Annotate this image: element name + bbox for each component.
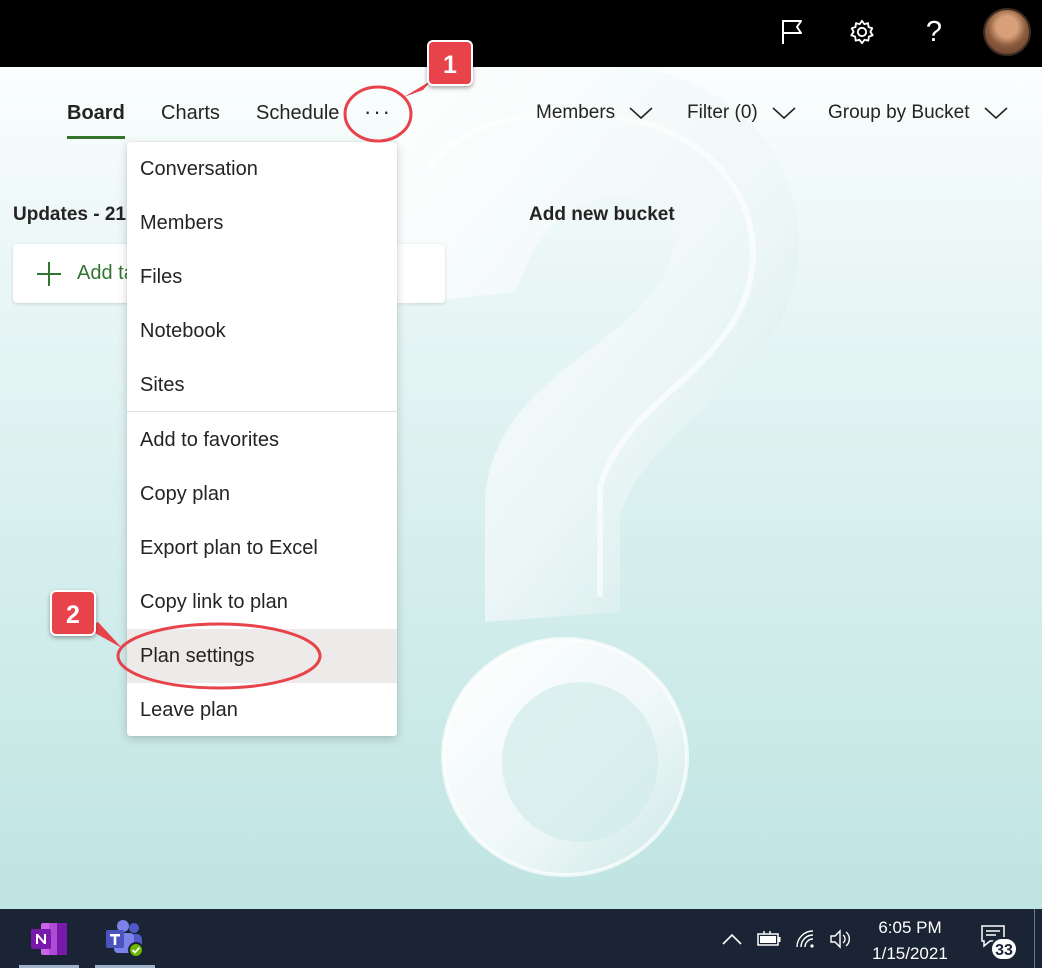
gear-icon[interactable] xyxy=(849,14,875,50)
plus-icon xyxy=(37,261,61,286)
wifi-icon[interactable] xyxy=(794,927,818,951)
show-desktop-divider[interactable] xyxy=(1034,909,1035,968)
add-new-bucket-button[interactable]: Add new bucket xyxy=(529,204,675,226)
system-clock[interactable]: 6:05 PM 1/15/2021 xyxy=(862,917,958,965)
menu-item-copy-link-to-plan[interactable]: Copy link to plan xyxy=(127,575,397,629)
group-by-dropdown[interactable]: Group by Bucket xyxy=(828,100,1008,126)
onenote-icon xyxy=(31,922,67,955)
top-bar: ? xyxy=(0,0,1042,67)
group-by-label: Group by Bucket xyxy=(828,102,970,123)
bucket-title[interactable]: Updates - 21 xyxy=(13,204,126,226)
chevron-down-icon xyxy=(772,107,796,120)
active-tab-indicator xyxy=(67,136,125,139)
callout-badge-step-1: 1 xyxy=(427,40,473,86)
more-options-menu: Conversation Members Files Notebook Site… xyxy=(127,142,397,736)
filter-dropdown[interactable]: Filter (0) xyxy=(687,100,796,126)
taskbar: 6:05 PM 1/15/2021 33 xyxy=(0,909,1042,968)
chevron-down-icon xyxy=(983,107,1008,120)
tab-board[interactable]: Board xyxy=(67,100,125,126)
filter-label: Filter (0) xyxy=(687,102,758,123)
menu-item-add-to-favorites[interactable]: Add to favorites xyxy=(127,413,397,467)
more-options-button[interactable]: ··· xyxy=(362,97,394,127)
teams-icon xyxy=(106,919,144,958)
members-label: Members xyxy=(536,102,616,123)
menu-item-conversation[interactable]: Conversation xyxy=(127,142,397,196)
volume-icon[interactable] xyxy=(829,927,853,951)
tab-charts[interactable]: Charts xyxy=(161,100,220,126)
clock-time: 6:05 PM xyxy=(878,918,942,937)
help-icon[interactable]: ? xyxy=(921,14,947,50)
chevron-down-icon xyxy=(629,107,653,120)
onenote-app-button[interactable] xyxy=(19,909,79,968)
flag-icon[interactable] xyxy=(779,14,805,50)
chevron-up-icon[interactable] xyxy=(722,927,742,951)
menu-item-files[interactable]: Files xyxy=(127,250,397,304)
avatar[interactable] xyxy=(983,8,1031,56)
callout-badge-step-2: 2 xyxy=(50,590,96,636)
tab-schedule[interactable]: Schedule xyxy=(256,100,339,126)
menu-item-sites[interactable]: Sites xyxy=(127,358,397,412)
teams-app-button[interactable] xyxy=(95,909,155,968)
menu-item-leave-plan[interactable]: Leave plan xyxy=(127,683,397,737)
menu-divider xyxy=(127,411,397,412)
notification-count-badge: 33 xyxy=(990,937,1018,961)
clock-date: 1/15/2021 xyxy=(872,944,948,963)
menu-item-export-plan-to-excel[interactable]: Export plan to Excel xyxy=(127,521,397,575)
battery-icon[interactable] xyxy=(756,927,782,951)
menu-item-copy-plan[interactable]: Copy plan xyxy=(127,467,397,521)
menu-item-members[interactable]: Members xyxy=(127,196,397,250)
members-dropdown[interactable]: Members xyxy=(536,100,653,126)
menu-item-plan-settings[interactable]: Plan settings xyxy=(127,629,397,683)
menu-item-notebook[interactable]: Notebook xyxy=(127,304,397,358)
